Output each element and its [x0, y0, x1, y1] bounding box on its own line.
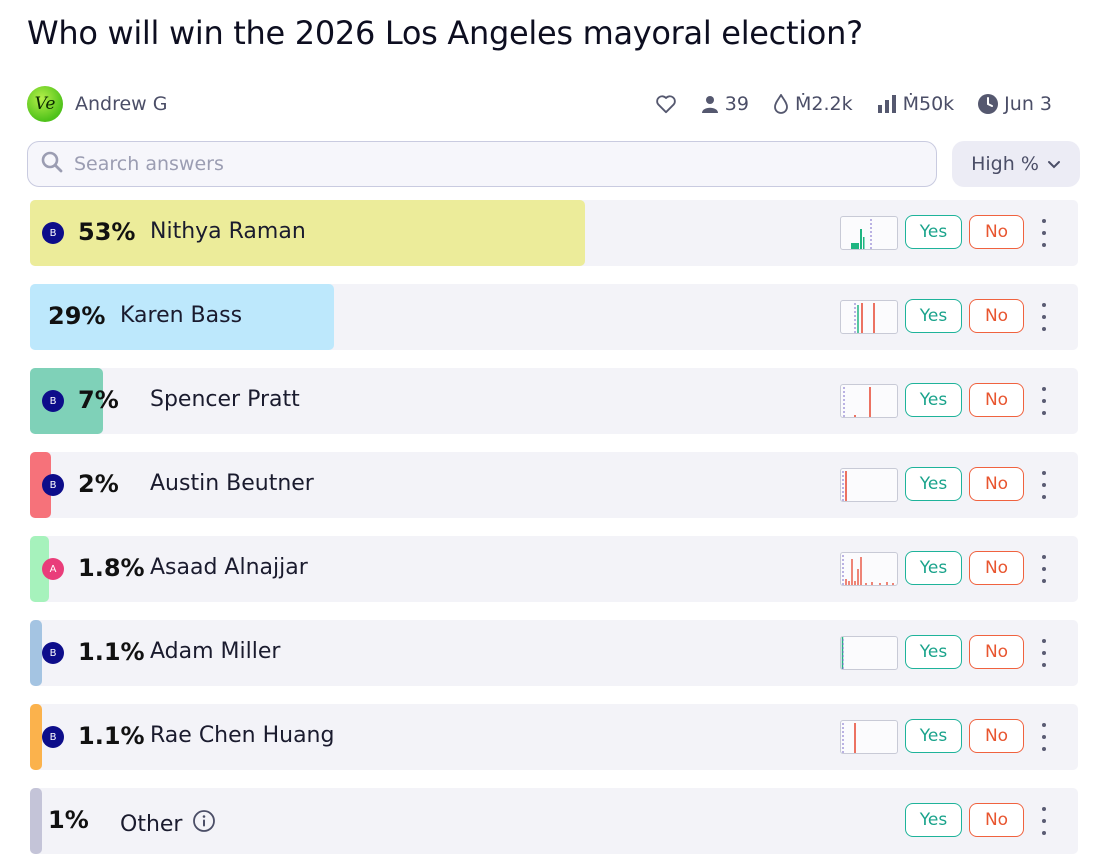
sparkline-chart[interactable]: [840, 216, 898, 250]
no-button[interactable]: No: [969, 803, 1024, 837]
sparkline-chart[interactable]: [840, 300, 898, 334]
answer-name-text: Adam Miller: [150, 639, 281, 664]
like-button[interactable]: [655, 94, 677, 114]
yes-button[interactable]: Yes: [905, 803, 962, 837]
search-icon: [28, 150, 64, 178]
traders-stat: 39: [701, 93, 749, 115]
answer-name-text: Other: [120, 811, 183, 837]
answer-name-text: Spencer Pratt: [150, 387, 300, 412]
probability-bar: [30, 620, 42, 686]
probability-bar: [30, 788, 42, 854]
answer-row: B 1.1% Rae Chen Huang Yes No: [30, 704, 1078, 770]
no-button[interactable]: No: [969, 719, 1024, 753]
user-icon: [701, 95, 719, 113]
answer-name[interactable]: Austin Beutner: [150, 471, 314, 496]
answer-row: B 53% Nithya Raman Yes No: [30, 200, 1078, 266]
volume-stat: Ṁ50k: [877, 93, 955, 115]
yes-button[interactable]: Yes: [905, 383, 962, 417]
more-options-icon[interactable]: [1034, 219, 1054, 247]
answer-probability: 1.1%: [78, 638, 145, 666]
answer-name[interactable]: Karen Bass: [120, 303, 242, 328]
close-date-value: Jun 3: [1004, 93, 1052, 115]
yes-button[interactable]: Yes: [905, 467, 962, 501]
yes-button[interactable]: Yes: [905, 635, 962, 669]
answer-name-text: Rae Chen Huang: [150, 723, 335, 748]
page-title: Who will win the 2026 Los Angeles mayora…: [27, 14, 863, 52]
sparkline-chart[interactable]: [840, 636, 898, 670]
traders-count: 39: [724, 93, 749, 115]
answer-name-text: Austin Beutner: [150, 471, 314, 496]
volume-value: Ṁ50k: [902, 93, 955, 115]
more-options-icon[interactable]: [1034, 639, 1054, 667]
bet-badge: B: [42, 474, 64, 496]
answer-row: B 1.1% Adam Miller Yes No: [30, 620, 1078, 686]
answer-probability: 29%: [48, 302, 106, 330]
yes-button[interactable]: Yes: [905, 719, 962, 753]
yes-button[interactable]: Yes: [905, 299, 962, 333]
info-icon[interactable]: [192, 809, 216, 839]
droplet-icon: [773, 94, 789, 114]
bet-badge: A: [42, 558, 64, 580]
yes-button[interactable]: Yes: [905, 551, 962, 585]
sort-dropdown[interactable]: High %: [952, 141, 1080, 187]
heart-icon: [655, 94, 677, 114]
more-options-icon[interactable]: [1034, 807, 1054, 835]
answer-name[interactable]: Adam Miller: [150, 639, 280, 664]
bet-badge: B: [42, 222, 64, 244]
market-meta: Ve Andrew G 39 Ṁ2.2k Ṁ50k Jun 3: [27, 86, 1052, 122]
sparkline-chart[interactable]: [840, 720, 898, 754]
answer-name[interactable]: Nithya Raman: [150, 219, 306, 244]
no-button[interactable]: No: [969, 635, 1024, 669]
answer-name-text: Asaad Alnajjar: [150, 555, 308, 580]
answer-name[interactable]: Asaad Alnajjar: [150, 555, 308, 580]
bet-badge: B: [42, 726, 64, 748]
liquidity-value: Ṁ2.2k: [794, 93, 853, 115]
no-button[interactable]: No: [969, 467, 1024, 501]
market-stats: 39 Ṁ2.2k Ṁ50k Jun 3: [655, 93, 1052, 115]
no-button[interactable]: No: [969, 299, 1024, 333]
answer-name[interactable]: Spencer Pratt: [150, 387, 300, 412]
answer-row: B 2% Austin Beutner Yes No: [30, 452, 1078, 518]
answer-name-text: Nithya Raman: [150, 219, 306, 244]
sort-label: High %: [971, 153, 1039, 175]
answer-name[interactable]: Rae Chen Huang: [150, 723, 334, 748]
clock-icon: [978, 94, 999, 114]
no-button[interactable]: No: [969, 383, 1024, 417]
answer-probability: 1.1%: [78, 722, 145, 750]
answer-probability: 1%: [48, 806, 89, 834]
answer-probability: 2%: [78, 470, 119, 498]
answer-probability: 1.8%: [78, 554, 145, 582]
bet-badge: B: [42, 642, 64, 664]
answer-row: A 1.8% Asaad Alnajjar Yes No: [30, 536, 1078, 602]
answer-probability: 53%: [78, 218, 136, 246]
probability-bar: [30, 704, 42, 770]
more-options-icon[interactable]: [1034, 471, 1054, 499]
answer-name-text: Karen Bass: [120, 303, 243, 328]
answer-row: 29% Karen Bass Yes No: [30, 284, 1078, 350]
search-box[interactable]: [27, 141, 937, 187]
no-button[interactable]: No: [969, 551, 1024, 585]
more-options-icon[interactable]: [1034, 723, 1054, 751]
more-options-icon[interactable]: [1034, 555, 1054, 583]
bet-badge: B: [42, 390, 64, 412]
answer-name[interactable]: Other: [120, 809, 216, 839]
author-name[interactable]: Andrew G: [75, 93, 168, 115]
sparkline-chart[interactable]: [840, 552, 898, 586]
bar-chart-icon: [877, 95, 897, 113]
sparkline-chart[interactable]: [840, 384, 898, 418]
answer-probability: 7%: [78, 386, 119, 414]
chevron-down-icon: [1047, 153, 1061, 175]
more-options-icon[interactable]: [1034, 387, 1054, 415]
search-input[interactable]: [72, 152, 916, 176]
yes-button[interactable]: Yes: [905, 215, 962, 249]
no-button[interactable]: No: [969, 215, 1024, 249]
answer-row: 1% Other Yes No: [30, 788, 1078, 854]
liquidity-stat[interactable]: Ṁ2.2k: [773, 93, 853, 115]
avatar[interactable]: Ve: [27, 86, 63, 122]
more-options-icon[interactable]: [1034, 303, 1054, 331]
answer-row: B 7% Spencer Pratt Yes No: [30, 368, 1078, 434]
close-date-stat: Jun 3: [978, 93, 1052, 115]
sparkline-chart[interactable]: [840, 468, 898, 502]
